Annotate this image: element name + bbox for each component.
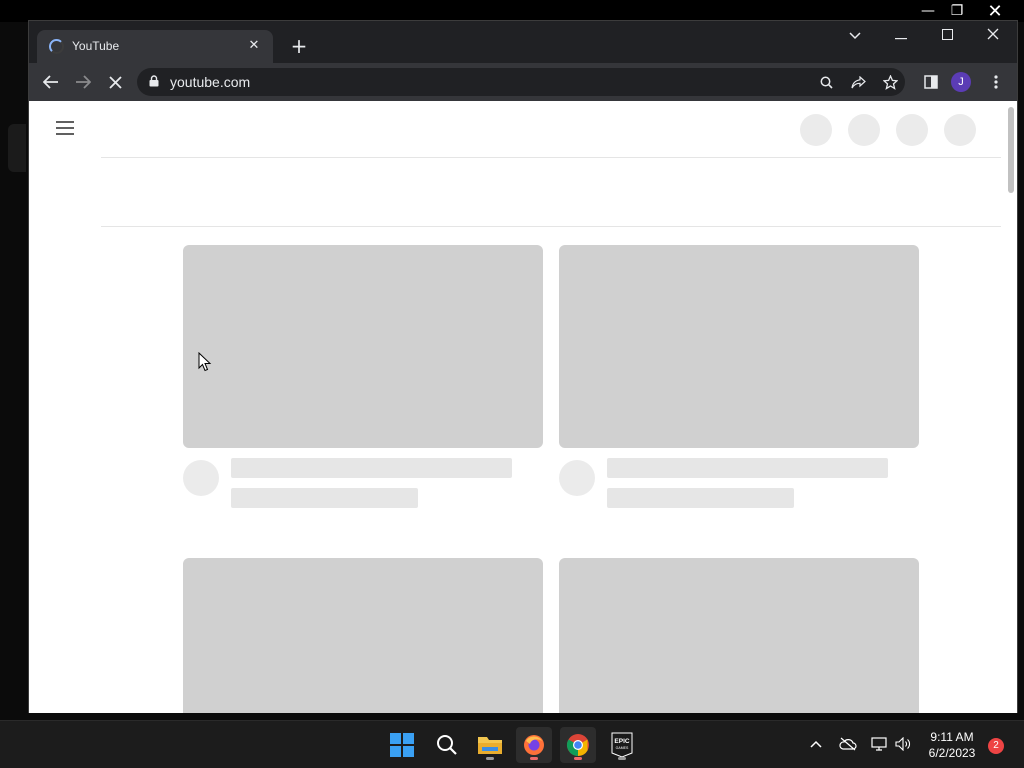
tab-close-icon[interactable]: ✕ xyxy=(245,37,263,55)
clock-time: 9:11 AM xyxy=(930,730,974,744)
mouse-cursor-icon xyxy=(198,352,212,372)
epic-games-icon: EPIC GAMES xyxy=(611,732,633,758)
thumbnail-placeholder xyxy=(183,558,543,713)
chevron-down-icon xyxy=(849,32,861,40)
video-skeleton-card[interactable] xyxy=(183,558,543,713)
forward-button[interactable] xyxy=(71,70,95,94)
running-indicator xyxy=(486,757,494,760)
back-button[interactable] xyxy=(39,70,63,94)
windows-taskbar: EPIC GAMES 9:11 AM 6/2/2023 2 xyxy=(0,720,1024,768)
channel-avatar-placeholder xyxy=(559,460,595,496)
taskbar-search-button[interactable] xyxy=(429,727,465,763)
chrome-icon xyxy=(567,734,589,756)
svg-text:GAMES: GAMES xyxy=(616,746,629,750)
subtitle-placeholder xyxy=(607,488,794,508)
chrome-window: YouTube ✕ + youtube.com J xyxy=(28,20,1018,713)
thumbnail-placeholder xyxy=(183,245,543,448)
network-icon[interactable] xyxy=(869,734,889,754)
video-skeleton-card[interactable] xyxy=(559,245,919,508)
chrome-button[interactable] xyxy=(560,727,596,763)
onedrive-offline-icon[interactable] xyxy=(838,734,858,754)
minimize-button[interactable] xyxy=(886,25,916,47)
bookmark-star-icon[interactable] xyxy=(880,72,900,92)
channel-avatar-placeholder xyxy=(183,460,219,496)
clock-date: 6/2/2023 xyxy=(928,746,976,760)
header-skeleton-circle xyxy=(800,114,832,146)
close-window-button[interactable] xyxy=(978,25,1008,47)
header-skeleton-circle xyxy=(896,114,928,146)
video-skeleton-card[interactable] xyxy=(183,245,543,508)
firefox-icon xyxy=(524,735,544,755)
svg-text:EPIC: EPIC xyxy=(614,738,629,745)
folder-icon xyxy=(478,737,502,754)
running-indicator xyxy=(574,757,582,760)
menu-button[interactable] xyxy=(984,70,1008,94)
running-indicator xyxy=(530,757,538,760)
file-explorer-button[interactable] xyxy=(472,727,508,763)
browser-toolbar: youtube.com J xyxy=(29,63,1017,101)
side-panel-button[interactable] xyxy=(919,70,943,94)
profile-avatar[interactable]: J xyxy=(951,72,971,92)
firefox-button[interactable] xyxy=(516,727,552,763)
start-button[interactable] xyxy=(384,727,420,763)
share-icon[interactable] xyxy=(848,72,868,92)
url-text[interactable]: youtube.com xyxy=(170,74,250,90)
running-indicator xyxy=(618,757,626,760)
notification-badge[interactable]: 2 xyxy=(988,738,1004,754)
close-icon xyxy=(987,28,999,40)
stop-loading-button[interactable] xyxy=(103,70,127,94)
address-bar[interactable]: youtube.com xyxy=(137,68,905,96)
header-skeleton-circle xyxy=(944,114,976,146)
chips-divider xyxy=(101,226,1001,227)
epic-games-button[interactable]: EPIC GAMES xyxy=(604,727,640,763)
new-tab-button[interactable]: + xyxy=(287,35,311,59)
search-icon xyxy=(437,735,457,755)
subtitle-placeholder xyxy=(231,488,418,508)
maximize-icon xyxy=(941,29,953,40)
maximize-button[interactable] xyxy=(932,25,962,47)
zoom-search-icon[interactable] xyxy=(816,72,836,92)
hamburger-menu-icon[interactable] xyxy=(56,121,74,135)
windows-logo-icon xyxy=(390,733,414,757)
scrollbar-thumb[interactable] xyxy=(1008,107,1014,193)
show-hidden-icons-button[interactable] xyxy=(806,734,826,754)
tab-strip: YouTube ✕ + xyxy=(29,21,1017,63)
system-clock[interactable]: 9:11 AM 6/2/2023 xyxy=(922,729,982,761)
title-placeholder xyxy=(231,458,512,478)
header-skeleton-circle xyxy=(848,114,880,146)
page-scrollbar[interactable] xyxy=(1005,101,1017,713)
arrow-right-icon xyxy=(76,75,91,89)
thumbnail-placeholder xyxy=(559,558,919,713)
tab-search-button[interactable] xyxy=(840,25,870,47)
background-window-edge xyxy=(8,124,26,172)
volume-icon[interactable] xyxy=(893,734,913,754)
bg-minimize-button[interactable]: — xyxy=(914,1,942,21)
title-placeholder xyxy=(607,458,888,478)
youtube-page-loading xyxy=(29,101,1017,713)
bg-close-button[interactable]: ✕ xyxy=(981,1,1009,22)
background-window-titlebar: — ❐ ✕ xyxy=(0,0,1024,22)
header-divider xyxy=(101,157,1001,158)
tab-title: YouTube xyxy=(72,39,120,53)
bg-restore-button[interactable]: ❐ xyxy=(943,1,971,21)
chevron-up-icon xyxy=(810,740,822,748)
loading-spinner-icon xyxy=(49,39,64,54)
video-skeleton-card[interactable] xyxy=(559,558,919,713)
lock-icon[interactable] xyxy=(149,75,159,87)
minimize-icon xyxy=(895,38,907,40)
arrow-left-icon xyxy=(43,75,58,89)
side-panel-icon xyxy=(924,75,938,89)
thumbnail-placeholder xyxy=(559,245,919,448)
kebab-menu-icon xyxy=(994,75,998,89)
stop-icon xyxy=(108,75,122,89)
tab-youtube[interactable]: YouTube ✕ xyxy=(37,30,273,63)
